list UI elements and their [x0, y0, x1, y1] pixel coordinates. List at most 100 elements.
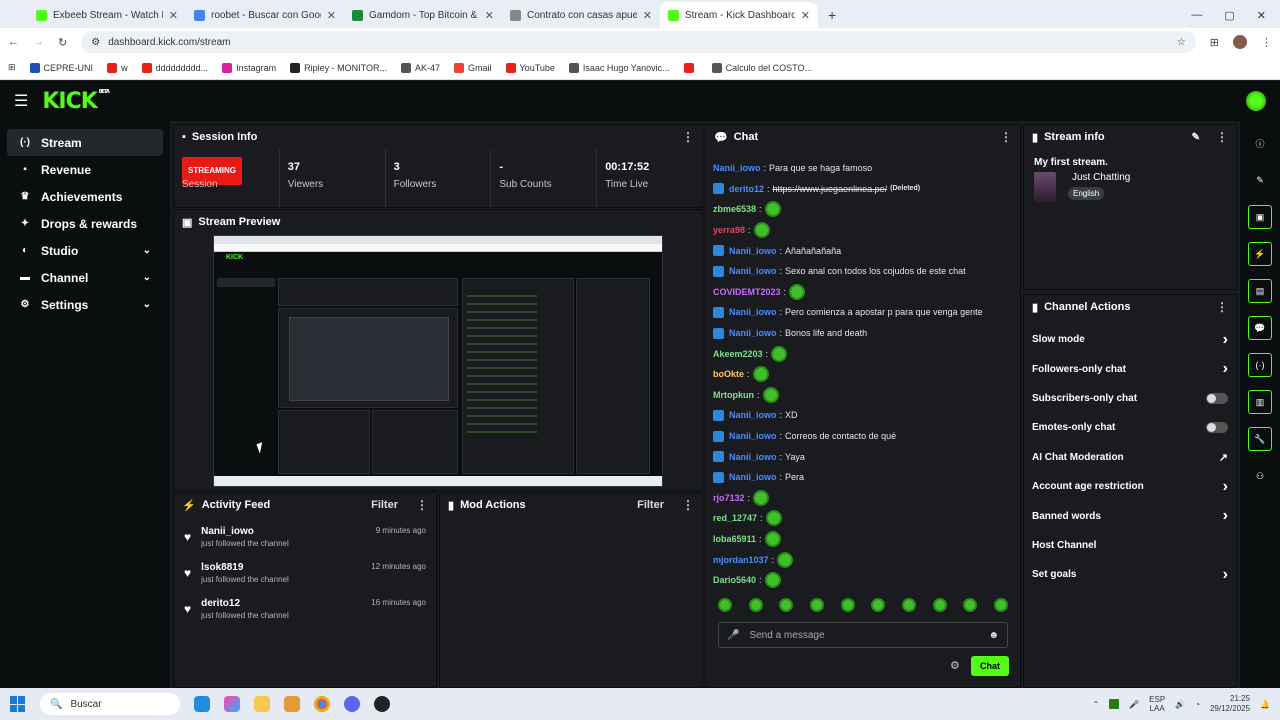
microphone-tray-icon[interactable]: 🎤 [1129, 700, 1139, 709]
chat-username[interactable]: Nanii_iowo [729, 307, 777, 317]
chat-username[interactable]: Akeem2203 [713, 349, 763, 359]
broadcast-icon[interactable]: (·) [1248, 353, 1272, 377]
url-field[interactable]: ⚙ dashboard.kick.com/stream ☆ [81, 31, 1196, 53]
tab-close-icon[interactable]: ✕ [485, 9, 494, 22]
file-explorer-icon[interactable] [254, 696, 270, 712]
wrench-icon[interactable]: 🔧 [1248, 427, 1272, 451]
tray-chevron-icon[interactable]: ⌃ [1092, 700, 1099, 709]
taskbar-search[interactable]: 🔍 Buscar [40, 693, 180, 715]
notification-icon[interactable]: 🔔 [1260, 700, 1270, 709]
apps-icon[interactable]: ⊞ [8, 62, 16, 73]
menu-icon[interactable]: ⋮ [1261, 36, 1272, 49]
browser-tab[interactable]: Contrato con casas apuestas ✕ [502, 2, 660, 28]
user-avatar[interactable] [1246, 91, 1266, 111]
chrome-icon[interactable] [314, 696, 330, 712]
activity-filter-button[interactable]: Filter [371, 499, 398, 511]
browser-tab[interactable]: Stream - Kick Dashboard ✕ [660, 2, 818, 28]
bookmark-item[interactable]: AK-47 [401, 62, 440, 73]
discord-icon[interactable] [344, 696, 360, 712]
chat-username[interactable]: Nanii_iowo [729, 266, 777, 276]
channel-action-subscribers-only-chat[interactable]: Subscribers-only chat [1024, 384, 1236, 413]
group-icon[interactable]: ⚇ [1248, 464, 1272, 488]
tab-close-icon[interactable]: ✕ [169, 9, 178, 22]
chat-username[interactable]: Nanii_iowo [729, 410, 777, 420]
media-app-icon[interactable] [284, 696, 300, 712]
edit-pencil-icon[interactable]: ✎ [1192, 132, 1200, 143]
activity-username[interactable]: Nanii_iowo [201, 526, 289, 537]
forward-icon[interactable]: → [33, 36, 44, 48]
chat-username[interactable]: derito12 [729, 184, 764, 194]
quick-emote-icon[interactable] [840, 598, 855, 612]
channel-action-host-channel[interactable]: Host Channel [1024, 531, 1236, 560]
tab-close-icon[interactable]: ✕ [643, 9, 652, 22]
chat-username[interactable]: Nanii_iowo [729, 472, 777, 482]
reload-icon[interactable]: ↻ [58, 36, 67, 49]
bookmark-item[interactable]: Instagram [222, 62, 276, 73]
chat-bubble-icon[interactable]: 💬 [1248, 316, 1272, 340]
chat-username[interactable]: Nanii_iowo [729, 452, 777, 462]
bookmark-item[interactable]: ddddddddd... [141, 62, 208, 73]
bookmark-star-icon[interactable]: ☆ [1177, 37, 1186, 48]
obs-icon[interactable] [374, 696, 390, 712]
more-options-icon[interactable]: ⋮ [1000, 130, 1012, 144]
activity-username[interactable]: lsok8819 [201, 562, 289, 573]
channel-action-banned-words[interactable]: Banned words › [1024, 501, 1236, 530]
profile-icon[interactable] [1233, 35, 1247, 49]
chat-username[interactable]: zbme6538 [713, 204, 756, 214]
audio-icon[interactable]: 🔊 [1175, 700, 1185, 709]
quick-emote-icon[interactable] [901, 598, 916, 612]
edge-icon[interactable] [194, 696, 210, 712]
chat-username[interactable]: Nanii_iowo [729, 431, 777, 441]
chat-input[interactable]: 🎤 Send a message ☻ [718, 622, 1008, 648]
channel-action-set-goals[interactable]: Set goals › [1024, 560, 1236, 589]
channel-action-emotes-only-chat[interactable]: Emotes-only chat [1024, 413, 1236, 442]
mod-filter-button[interactable]: Filter [637, 499, 664, 511]
bookmark-item[interactable]: CEPRE-UNI [29, 62, 93, 73]
quick-emote-icon[interactable] [932, 598, 947, 612]
bookmark-item[interactable]: w [107, 62, 128, 73]
hamburger-menu-icon[interactable]: ☰ [14, 91, 28, 111]
bookmark-item[interactable]: Ripley - MONITOR... [290, 62, 387, 73]
chat-username[interactable]: Nanii_iowo [713, 163, 761, 173]
more-options-icon[interactable]: ⋮ [1216, 300, 1228, 314]
emoji-icon[interactable]: ☻ [988, 630, 999, 641]
kick-logo[interactable]: KICK BETA [42, 89, 110, 114]
chat-settings-icon[interactable]: ⚙ [950, 659, 960, 672]
sidebar-item-settings[interactable]: ⚙ Settings ⌄ [7, 291, 163, 318]
chat-username[interactable]: Mrtopkun [713, 390, 754, 400]
bookmark-item[interactable]: Isaac Hugo Yanovic... [568, 62, 670, 73]
chat-username[interactable]: loba65911 [713, 534, 756, 544]
chat-username[interactable]: Dario5640 [713, 575, 756, 585]
back-icon[interactable]: ← [8, 36, 19, 48]
browser-tab[interactable]: Gamdom - Top Bitcoin & Crypt ✕ [344, 2, 502, 28]
bookmark-item[interactable]: Calculo del COSTO... [711, 62, 812, 73]
bookmark-item[interactable] [683, 62, 698, 73]
more-options-icon[interactable]: ⋮ [682, 498, 694, 512]
sidebar-item-channel[interactable]: ▬ Channel ⌄ [7, 264, 163, 291]
more-options-icon[interactable]: ⋮ [416, 498, 428, 512]
close-window-icon[interactable]: ✕ [1257, 9, 1266, 22]
quick-emote-icon[interactable] [871, 598, 886, 612]
chat-username[interactable]: rjo7132 [713, 493, 745, 503]
tab-close-icon[interactable]: ✕ [327, 9, 336, 22]
chat-username[interactable]: mjordan1037 [713, 555, 769, 565]
minimize-icon[interactable]: — [1191, 9, 1202, 21]
quick-emote-icon[interactable] [963, 598, 978, 612]
layers-icon[interactable]: ▥ [1248, 390, 1272, 414]
extensions-icon[interactable]: ⊞ [1210, 36, 1219, 49]
quick-emote-icon[interactable] [779, 598, 794, 612]
bookmark-item[interactable]: YouTube [505, 62, 555, 73]
screen-icon[interactable]: ▣ [1248, 205, 1272, 229]
document-icon[interactable]: ▤ [1248, 279, 1272, 303]
quick-emote-icon[interactable] [993, 598, 1008, 612]
toggle-switch[interactable] [1206, 422, 1228, 434]
sidebar-item-stream[interactable]: (·) Stream [7, 129, 163, 156]
site-info-icon[interactable]: ⚙ [91, 37, 100, 48]
quick-emote-icon[interactable] [809, 598, 824, 612]
sidebar-item-studio[interactable]: ◐ Studio ⌄ [7, 237, 163, 264]
language-indicator[interactable]: ESP LAA [1149, 695, 1165, 713]
network-icon[interactable]: ◔ [1195, 700, 1200, 709]
channel-action-account-age-restriction[interactable]: Account age restriction › [1024, 472, 1236, 501]
chat-username[interactable]: Nanii_iowo [729, 328, 777, 338]
chat-send-button[interactable]: Chat [971, 656, 1009, 676]
